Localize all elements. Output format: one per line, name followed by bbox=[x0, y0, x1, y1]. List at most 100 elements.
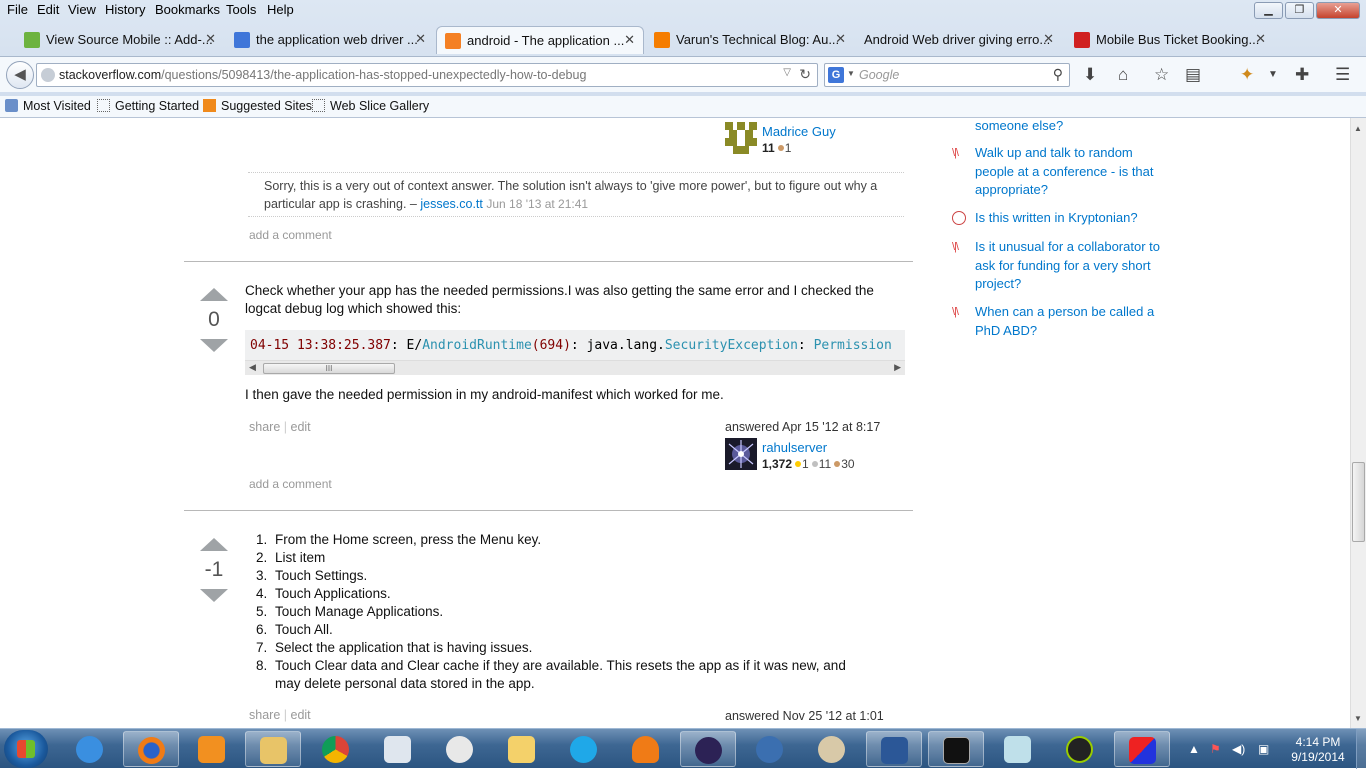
reading-list-icon[interactable]: ▤ bbox=[1185, 65, 1201, 85]
taskbar-paint[interactable] bbox=[804, 731, 860, 767]
vertical-scrollbar[interactable]: ▲ ▼ bbox=[1350, 118, 1366, 728]
chevron-down-icon[interactable]: ▼ bbox=[1268, 69, 1278, 80]
tab-varun-blog[interactable]: Varun's Technical Blog: Au... ✕ bbox=[646, 26, 854, 54]
avatar[interactable] bbox=[725, 438, 757, 470]
taskbar-outlook[interactable] bbox=[494, 731, 550, 767]
answered-time: answered Apr 15 '12 at 8:17 bbox=[725, 420, 881, 434]
taskbar-command-prompt[interactable] bbox=[928, 731, 984, 767]
vote-up-icon[interactable] bbox=[200, 538, 228, 551]
bookmark-web-slice[interactable]: Web Slice Gallery bbox=[312, 99, 429, 113]
edit-link[interactable]: edit bbox=[291, 420, 311, 434]
volume-icon[interactable]: ◀) bbox=[1232, 742, 1245, 756]
menu-history[interactable]: History bbox=[105, 2, 145, 17]
close-tab-icon[interactable]: ✕ bbox=[1043, 31, 1054, 47]
add-comment-link[interactable]: add a comment bbox=[249, 477, 332, 491]
clock[interactable]: 4:14 PM 9/19/2014 bbox=[1290, 735, 1346, 765]
taskbar-android-sdk[interactable] bbox=[1052, 731, 1108, 767]
bookmark-suggested-sites[interactable]: Suggested Sites bbox=[203, 99, 312, 113]
action-center-icon[interactable]: ⚑ bbox=[1210, 742, 1221, 756]
hot-question-link[interactable]: Walk up and talk to random people at a c… bbox=[975, 144, 1165, 200]
close-tab-icon[interactable]: ✕ bbox=[205, 31, 216, 47]
close-tab-icon[interactable]: ✕ bbox=[415, 31, 426, 47]
menu-file[interactable]: File bbox=[7, 2, 28, 17]
taskbar-eclipse[interactable] bbox=[680, 731, 736, 767]
tab-android-webdriver[interactable]: Android Web driver giving erro... ✕ bbox=[834, 26, 1062, 54]
share-link[interactable]: share bbox=[249, 708, 280, 722]
tab-google-search[interactable]: the application web driver ... ✕ bbox=[226, 26, 434, 54]
google-icon[interactable]: G bbox=[828, 67, 844, 83]
vote-count: -1 bbox=[204, 558, 224, 581]
avatar[interactable] bbox=[725, 122, 757, 154]
back-button[interactable]: ◀ bbox=[6, 61, 34, 89]
menu-bookmarks[interactable]: Bookmarks bbox=[155, 2, 220, 17]
add-comment-link[interactable]: add a comment bbox=[249, 228, 332, 242]
taskbar-virtualbox[interactable] bbox=[1114, 731, 1170, 767]
menu-tools[interactable]: Tools bbox=[226, 2, 256, 17]
home-icon[interactable]: ⌂ bbox=[1118, 65, 1128, 85]
extensions-icon[interactable]: ✚ bbox=[1295, 65, 1309, 85]
menu-icon[interactable]: ☰ bbox=[1335, 65, 1350, 85]
search-input[interactable]: Google bbox=[859, 68, 899, 82]
chrome-icon bbox=[322, 736, 349, 763]
scroll-up-icon[interactable]: ▲ bbox=[1354, 124, 1362, 133]
comment-time[interactable]: Jun 18 '13 at 21:41 bbox=[486, 197, 588, 211]
menu-edit[interactable]: Edit bbox=[37, 2, 59, 17]
taskbar-thunderbird[interactable] bbox=[742, 731, 798, 767]
vote-down-icon[interactable] bbox=[200, 339, 228, 352]
vote-down-icon[interactable] bbox=[200, 589, 228, 602]
menu-view[interactable]: View bbox=[68, 2, 96, 17]
network-icon[interactable]: ▣ bbox=[1258, 742, 1269, 756]
comment-author[interactable]: jesses.co.tt bbox=[420, 197, 483, 211]
tab-stackoverflow[interactable]: android - The application ... ✕ bbox=[436, 26, 644, 54]
bookmark-star-icon[interactable]: ☆ bbox=[1154, 65, 1169, 85]
search-icon[interactable]: ⚲ bbox=[1053, 66, 1063, 83]
taskbar-calculator[interactable] bbox=[370, 731, 426, 767]
close-tab-icon[interactable]: ✕ bbox=[624, 32, 635, 48]
search-box[interactable]: G ▼ Google ⚲ bbox=[824, 63, 1070, 87]
hot-question-link[interactable]: someone else? bbox=[975, 118, 1165, 136]
chevron-down-icon[interactable]: ▼ bbox=[847, 69, 855, 78]
address-bar[interactable]: stackoverflow.com/questions/5098413/the-… bbox=[36, 63, 818, 87]
chevron-up-icon[interactable]: ▲ bbox=[1188, 742, 1200, 756]
scroll-down-icon[interactable]: ▼ bbox=[1354, 714, 1362, 723]
scroll-right-icon[interactable]: ▶ bbox=[894, 362, 901, 373]
folder-icon bbox=[260, 737, 287, 764]
tab-bus-booking[interactable]: Mobile Bus Ticket Booking... ✕ bbox=[1066, 26, 1274, 54]
user-name[interactable]: Madrice Guy bbox=[762, 124, 836, 139]
bookmark-most-visited[interactable]: Most Visited bbox=[5, 99, 91, 113]
minimize-button[interactable]: ▁ bbox=[1254, 2, 1283, 19]
taskbar-file-explorer[interactable] bbox=[245, 731, 301, 767]
taskbar-skype[interactable] bbox=[556, 731, 612, 767]
taskbar-firefox[interactable] bbox=[123, 731, 179, 767]
taskbar-media-player[interactable] bbox=[184, 731, 240, 767]
hot-question-link[interactable]: When can a person be called a PhD ABD? bbox=[975, 303, 1165, 340]
close-window-button[interactable]: ✕ bbox=[1316, 2, 1360, 19]
tab-view-source[interactable]: View Source Mobile :: Add-... ✕ bbox=[16, 26, 224, 54]
hot-question-link[interactable]: Is it unusual for a collaborator to ask … bbox=[975, 238, 1165, 294]
scroll-left-icon[interactable]: ◀ bbox=[249, 362, 256, 373]
restore-button[interactable]: ❐ bbox=[1285, 2, 1314, 19]
scrollbar-thumb[interactable] bbox=[1352, 462, 1365, 542]
menu-help[interactable]: Help bbox=[267, 2, 294, 17]
close-tab-icon[interactable]: ✕ bbox=[1255, 31, 1266, 47]
taskbar-app-flame[interactable] bbox=[618, 731, 674, 767]
chevron-down-icon[interactable]: ▽ bbox=[783, 67, 791, 78]
download-icon[interactable]: ⬇ bbox=[1083, 65, 1097, 85]
horizontal-scrollbar[interactable]: ◀ III ▶ bbox=[245, 360, 905, 375]
taskbar-chrome[interactable] bbox=[308, 731, 364, 767]
taskbar-word[interactable] bbox=[866, 731, 922, 767]
taskbar-notepad[interactable] bbox=[990, 731, 1046, 767]
vote-up-icon[interactable] bbox=[200, 288, 228, 301]
hot-question-link[interactable]: Is this written in Kryptonian? bbox=[975, 209, 1165, 228]
addon-icon[interactable]: ✦ bbox=[1240, 65, 1254, 85]
taskbar-google-talk[interactable] bbox=[432, 731, 488, 767]
share-link[interactable]: share bbox=[249, 420, 280, 434]
reload-icon[interactable]: ↻ bbox=[799, 66, 811, 83]
taskbar-internet-explorer[interactable] bbox=[62, 731, 118, 767]
bookmark-getting-started[interactable]: Getting Started bbox=[97, 99, 199, 113]
show-desktop-button[interactable] bbox=[1356, 729, 1366, 769]
scrollbar-thumb[interactable]: III bbox=[263, 363, 395, 374]
start-button[interactable] bbox=[4, 730, 48, 768]
user-name[interactable]: rahulserver bbox=[762, 440, 827, 455]
edit-link[interactable]: edit bbox=[291, 708, 311, 722]
